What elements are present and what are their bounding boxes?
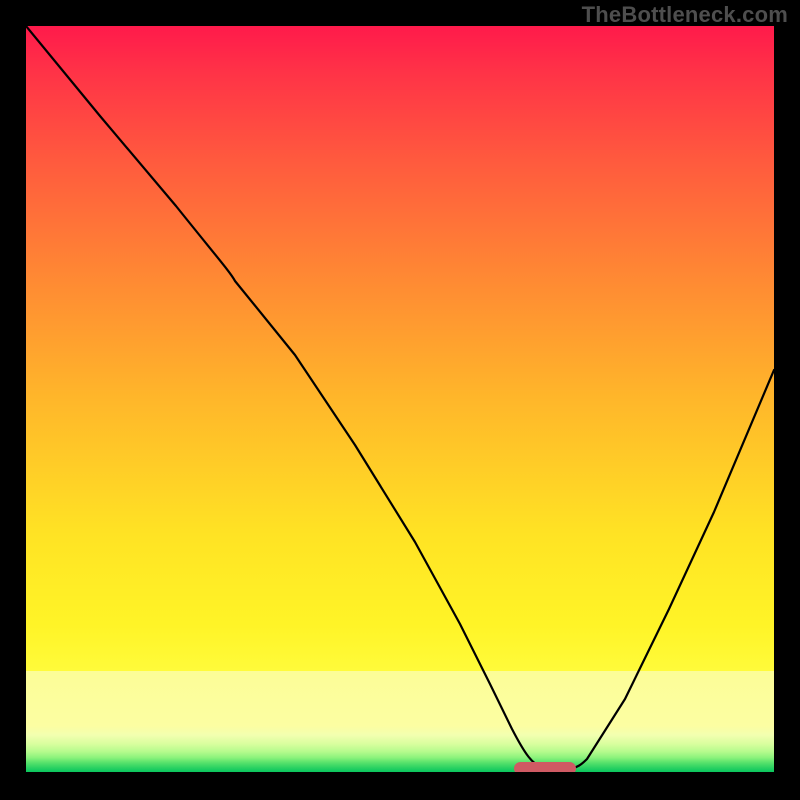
chart-curve-layer	[26, 26, 774, 774]
watermark-text: TheBottleneck.com	[582, 2, 788, 28]
chart-frame: TheBottleneck.com	[0, 0, 800, 800]
chart-baseline	[26, 772, 774, 774]
bottleneck-curve	[26, 26, 774, 770]
